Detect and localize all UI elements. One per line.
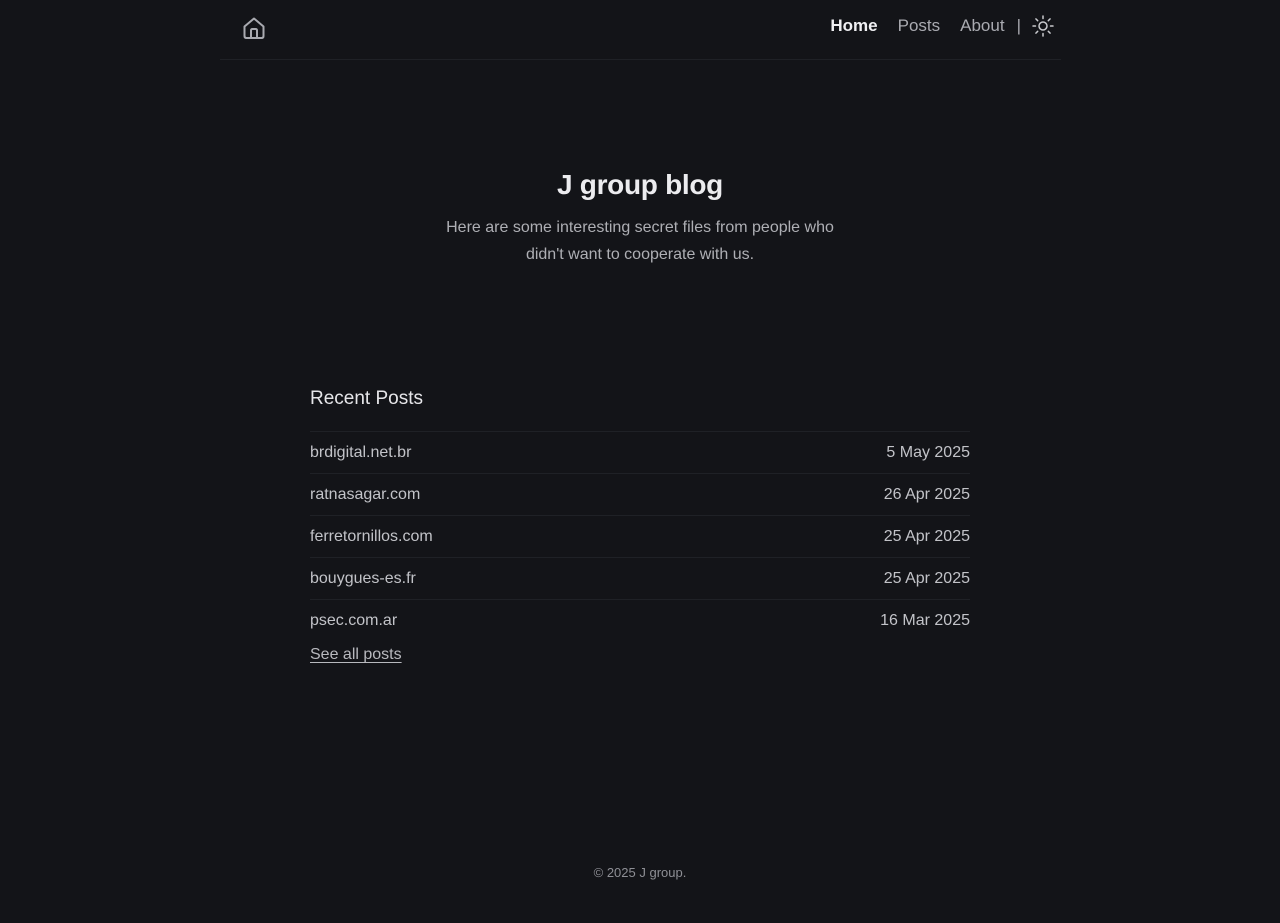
copyright-text: © 2025 J group. xyxy=(593,865,687,880)
see-all-posts-link[interactable]: See all posts xyxy=(310,646,402,664)
post-row: bouygues-es.fr 25 Apr 2025 xyxy=(310,558,970,600)
post-title-link[interactable]: psec.com.ar xyxy=(310,612,397,630)
post-list: brdigital.net.br 5 May 2025 ratnasagar.c… xyxy=(310,432,970,642)
page-title: J group blog xyxy=(557,169,723,200)
nav-posts[interactable]: Posts xyxy=(898,16,941,36)
post-title-link[interactable]: bouygues-es.fr xyxy=(310,570,416,588)
post-date: 25 Apr 2025 xyxy=(883,527,970,545)
post-row: ferretornillos.com 25 Apr 2025 xyxy=(310,516,970,558)
post-title-link[interactable]: brdigital.net.br xyxy=(310,444,411,462)
recent-posts-heading: Recent Posts xyxy=(310,386,970,432)
post-date: 16 Mar 2025 xyxy=(880,612,970,629)
post-date: 5 May 2025 xyxy=(886,443,970,461)
post-title-link[interactable]: ratnasagar.com xyxy=(310,486,420,504)
post-title-link[interactable]: ferretornillos.com xyxy=(310,528,433,546)
home-icon[interactable] xyxy=(241,15,267,41)
post-date: 26 Apr 2025 xyxy=(883,485,970,503)
post-date: 25 Apr 2025 xyxy=(883,569,970,587)
nav-separator: | xyxy=(1016,16,1021,35)
page-description: Here are some interesting secret files f… xyxy=(446,219,834,263)
site-header: Home Posts About | xyxy=(220,0,1061,60)
post-row: brdigital.net.br 5 May 2025 xyxy=(310,432,970,474)
sun-icon[interactable] xyxy=(1031,14,1055,38)
nav-home[interactable]: Home xyxy=(830,16,877,36)
post-row: ratnasagar.com 26 Apr 2025 xyxy=(310,474,970,516)
nav-about[interactable]: About xyxy=(960,16,1004,36)
post-row: psec.com.ar 16 Mar 2025 xyxy=(310,600,970,642)
hero-section: J group blog Here are some interesting s… xyxy=(0,166,1280,268)
recent-posts-section: Recent Posts brdigital.net.br 5 May 2025… xyxy=(310,386,970,664)
main-nav: Home Posts About | xyxy=(810,14,1055,38)
site-footer: © 2025 J group. xyxy=(0,865,1280,880)
